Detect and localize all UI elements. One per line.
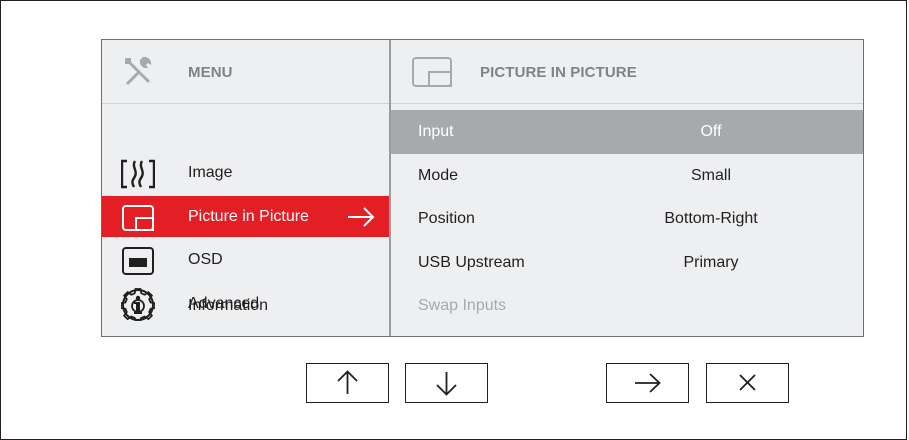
- close-icon: [739, 374, 756, 391]
- down-button[interactable]: [405, 363, 488, 403]
- menu-item-pip-label: Picture in Picture: [188, 208, 309, 225]
- setting-value: Small: [690, 167, 731, 184]
- menu-item-osd-label: OSD: [188, 251, 223, 268]
- setting-row-usb-upstream[interactable]: USB Upstream Primary: [391, 241, 863, 285]
- osd-icon: [121, 244, 154, 276]
- setting-name: Mode: [418, 167, 459, 184]
- close-button[interactable]: [706, 363, 789, 403]
- image-icon: [120, 157, 156, 189]
- pip-header: PICTURE IN PICTURE: [391, 40, 863, 104]
- pip-settings-panel: PICTURE IN PICTURE Input Off Mode Small …: [391, 40, 863, 336]
- menu-header-title: MENU: [188, 64, 233, 81]
- menu-item-osd[interactable]: OSD: [102, 239, 389, 280]
- menu-header: MENU: [102, 40, 389, 104]
- pip-header-icon: [411, 55, 453, 89]
- tools-icon: [121, 54, 155, 88]
- info-icon: [121, 288, 155, 322]
- setting-row-position[interactable]: Position Bottom-Right: [391, 197, 863, 241]
- menu-item-picture-in-picture[interactable]: Picture in Picture: [102, 196, 389, 237]
- right-button[interactable]: [606, 363, 689, 403]
- pip-icon: [121, 201, 154, 233]
- osd-menu: MENU Image Picture in Picture OSD Advanc…: [101, 39, 864, 337]
- setting-name: Input: [418, 123, 454, 140]
- up-button[interactable]: [306, 363, 389, 403]
- menu-item-information-label: Information: [188, 297, 269, 314]
- setting-name: Position: [418, 210, 475, 227]
- arrow-right-icon: [635, 373, 661, 393]
- arrow-up-icon: [337, 370, 358, 394]
- main-menu-panel: MENU Image Picture in Picture OSD Advanc…: [102, 40, 391, 336]
- setting-name: USB Upstream: [418, 254, 525, 271]
- setting-value: Primary: [683, 254, 739, 271]
- arrow-down-icon: [436, 372, 457, 396]
- setting-value: Bottom-Right: [664, 210, 758, 227]
- setting-name: Swap Inputs: [418, 297, 507, 314]
- setting-value: Off: [700, 123, 722, 140]
- setting-row-mode[interactable]: Mode Small: [391, 154, 863, 198]
- menu-item-image-label: Image: [188, 164, 233, 181]
- menu-item-information-row[interactable]: Information: [102, 284, 389, 336]
- menu-item-image[interactable]: Image: [102, 152, 389, 193]
- setting-row-input[interactable]: Input Off: [391, 110, 863, 154]
- pip-header-title: PICTURE IN PICTURE: [480, 64, 637, 81]
- setting-row-swap-inputs: Swap Inputs: [391, 284, 863, 328]
- arrow-right-icon: [346, 204, 376, 230]
